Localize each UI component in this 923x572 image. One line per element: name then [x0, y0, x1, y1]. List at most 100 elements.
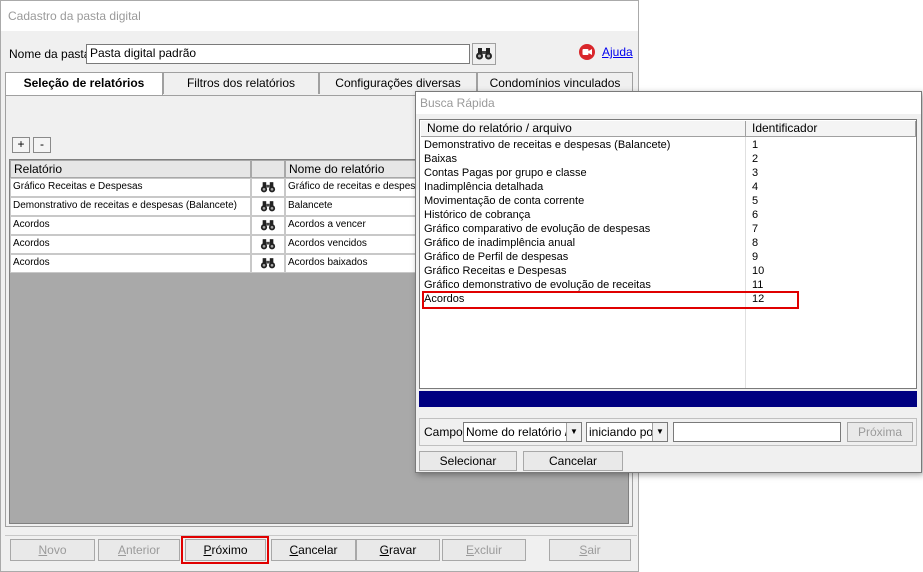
list-item-name: Gráfico Receitas e Despesas — [424, 265, 567, 277]
remove-row-button[interactable]: - — [33, 137, 51, 153]
list-item-id: 6 — [752, 209, 759, 221]
list-item-name: Gráfico comparativo de evolução de despe… — [424, 223, 651, 235]
list-item[interactable]: Gráfico de Perfil de despesas 9 — [424, 251, 914, 265]
quick-search-list[interactable]: Nome do relatório / arquivo Identificado… — [419, 119, 917, 389]
find-next-button[interactable]: Próxima — [847, 422, 913, 442]
list-item[interactable]: Gráfico de inadimplência anual 8 — [424, 237, 914, 251]
list-item[interactable]: Demonstrativo de receitas e despesas (Ba… — [424, 139, 914, 153]
save-button[interactable]: Gravar — [356, 539, 440, 561]
delete-label-post: xcluir — [474, 543, 503, 557]
list-item[interactable]: Contas Pagas por grupo e classe 3 — [424, 167, 914, 181]
list-item-name: Gráfico de inadimplência anual — [424, 237, 576, 249]
list-item[interactable]: Movimentação de conta corrente 5 — [424, 195, 914, 209]
row-report-cell[interactable]: Gráfico Receitas e Despesas — [10, 178, 251, 197]
help-icon[interactable] — [578, 43, 596, 61]
search-panel: Campo: Nome do relatório / a ▼ iniciando… — [419, 418, 917, 446]
row-name-cell[interactable]: Acordos a vencer — [285, 216, 416, 235]
chevron-down-icon: ▼ — [566, 423, 581, 441]
exit-button[interactable]: Sair — [549, 539, 631, 561]
previous-button[interactable]: Anterior — [98, 539, 180, 561]
row-search-button[interactable] — [251, 235, 285, 254]
select-button[interactable]: Selecionar — [419, 451, 517, 471]
list-item[interactable]: Gráfico comparativo de evolução de despe… — [424, 223, 914, 237]
prev-label-post: nterior — [126, 543, 161, 557]
list-item-id: 1 — [752, 139, 759, 151]
list-item-id: 10 — [752, 265, 765, 277]
row-name-cell[interactable]: Gráfico de receitas e despesas — [285, 178, 416, 197]
exit-label-post: air — [587, 543, 601, 557]
save-label-key: G — [379, 543, 389, 557]
row-name-cell[interactable]: Acordos vencidos — [285, 235, 416, 254]
list-item[interactable]: Gráfico Receitas e Despesas 10 — [424, 265, 914, 279]
cancel-label-key: C — [289, 543, 299, 557]
folder-search-button[interactable] — [472, 43, 496, 65]
next-button-highlight — [181, 536, 269, 564]
cancel-label-post: ancelar — [298, 543, 338, 557]
binoculars-icon — [260, 182, 276, 193]
field-label: Campo: — [424, 425, 467, 439]
row-name-cell[interactable]: Balancete — [285, 197, 416, 216]
match-select-value: iniciando por — [589, 425, 658, 439]
progress-bar — [419, 391, 917, 407]
folder-name-input[interactable]: Pasta digital padrão — [86, 44, 470, 64]
field-select-value: Nome do relatório / a — [466, 425, 579, 439]
add-row-button[interactable]: + — [12, 137, 30, 153]
row-search-button[interactable] — [251, 178, 285, 197]
quick-search-dialog: Busca Rápida Nome do relatório / arquivo… — [415, 91, 922, 473]
list-item-id: 4 — [752, 181, 759, 193]
binoculars-icon — [260, 239, 276, 250]
save-label-post: ravar — [389, 543, 417, 557]
list-item[interactable]: Inadimplência detalhada 4 — [424, 181, 914, 195]
row-search-button[interactable] — [251, 216, 285, 235]
delete-button[interactable]: Excluir — [442, 539, 526, 561]
row-report-cell[interactable]: Acordos — [10, 235, 251, 254]
folder-name-label: Nome da pasta: — [9, 47, 94, 61]
list-item-id: 8 — [752, 237, 759, 249]
list-item[interactable]: Baixas 2 — [424, 153, 914, 167]
row-report-cell[interactable]: Demonstrativo de receitas e despesas (Ba… — [10, 197, 251, 216]
list-item-name: Inadimplência detalhada — [424, 181, 544, 193]
chevron-down-icon: ▼ — [652, 423, 667, 441]
binoculars-icon — [260, 201, 276, 212]
list-item-id: 5 — [752, 195, 759, 207]
list-item[interactable]: Histórico de cobrança 6 — [424, 209, 914, 223]
prev-label-key: A — [117, 543, 126, 557]
list-item-id: 2 — [752, 153, 759, 165]
grid-header-report[interactable]: Relatório — [10, 160, 251, 178]
cancel-button[interactable]: Cancelar — [271, 539, 356, 561]
row-name-cell[interactable]: Acordos baixados — [285, 254, 416, 273]
row-report-cell[interactable]: Acordos — [10, 216, 251, 235]
row-search-button[interactable] — [251, 254, 285, 273]
search-input[interactable] — [673, 422, 841, 442]
list-header-id[interactable]: Identificador — [746, 121, 916, 137]
list-header-name[interactable]: Nome do relatório / arquivo — [421, 121, 746, 137]
list-item-name: Gráfico de Perfil de despesas — [424, 251, 569, 263]
delete-label-key: E — [465, 543, 474, 557]
grid-header-icon — [251, 160, 285, 178]
list-item-id: 9 — [752, 251, 759, 263]
window-title: Cadastro da pasta digital — [1, 1, 638, 31]
list-item-name: Demonstrativo de receitas e despesas (Ba… — [424, 139, 671, 151]
dialog-title: Busca Rápida — [416, 92, 921, 114]
match-select[interactable]: iniciando por ▼ — [586, 422, 668, 442]
row-search-button[interactable] — [251, 197, 285, 216]
new-label-key: N — [38, 543, 48, 557]
dialog-cancel-button[interactable]: Cancelar — [523, 451, 623, 471]
tab-report-selection[interactable]: Seleção de relatórios — [5, 72, 163, 96]
field-select[interactable]: Nome do relatório / a ▼ — [463, 422, 582, 442]
binoculars-icon — [260, 220, 276, 231]
list-item-name: Contas Pagas por grupo e classe — [424, 167, 587, 179]
list-item-name: Movimentação de conta corrente — [424, 195, 585, 207]
tab-report-filters[interactable]: Filtros dos relatórios — [163, 72, 319, 94]
footer-divider — [5, 535, 637, 536]
help-link[interactable]: Ajuda — [602, 45, 633, 59]
list-item-name: Baixas — [424, 153, 458, 165]
list-item-name: Histórico de cobrança — [424, 209, 531, 221]
binoculars-icon — [476, 48, 492, 60]
binoculars-icon — [260, 258, 276, 269]
new-label-post: ovo — [47, 543, 67, 557]
row-report-cell[interactable]: Acordos — [10, 254, 251, 273]
item-highlight — [422, 291, 799, 309]
list-item-id: 3 — [752, 167, 759, 179]
new-button[interactable]: Novo — [10, 539, 95, 561]
